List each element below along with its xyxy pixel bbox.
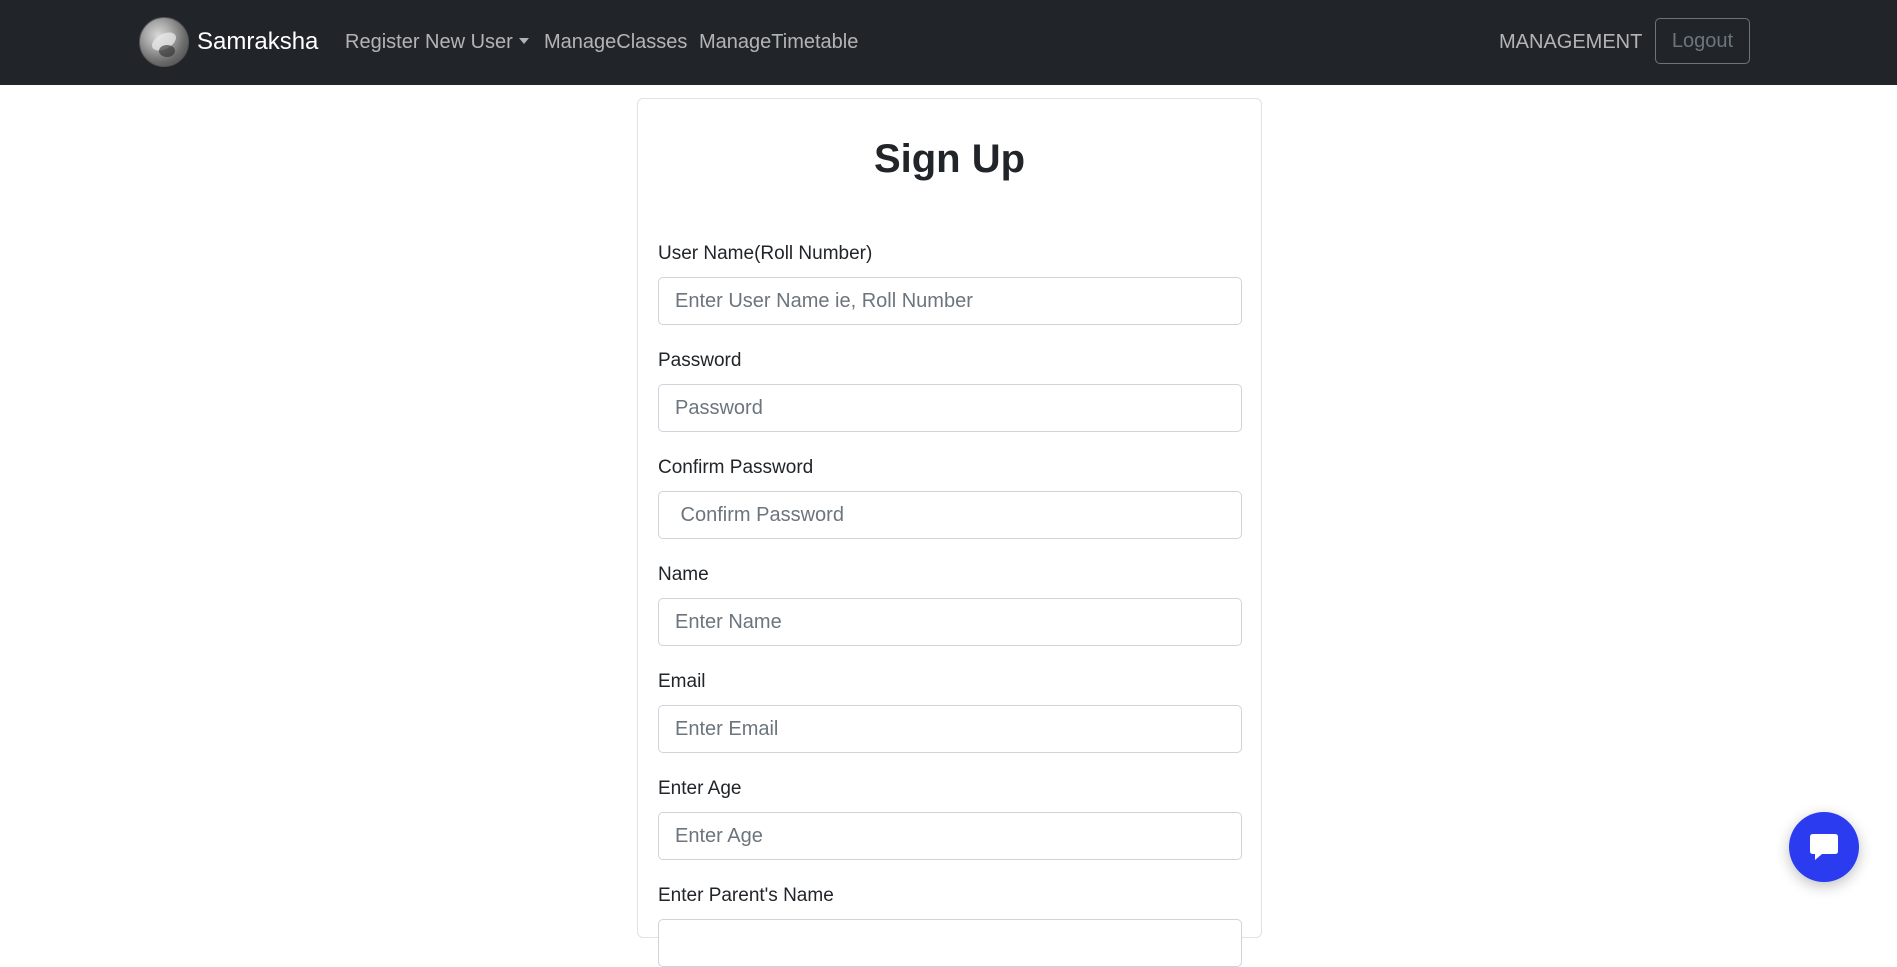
brand-link[interactable]: Samraksha — [139, 16, 318, 68]
nav-register-new-user-label: Register New User — [345, 31, 513, 53]
logout-button[interactable]: Logout — [1655, 18, 1750, 64]
chat-icon — [1810, 834, 1838, 860]
nav-manage-timetable[interactable]: ManageTimetable — [699, 30, 858, 54]
name-input[interactable] — [658, 598, 1242, 646]
age-input[interactable] — [658, 812, 1242, 860]
caret-down-icon — [518, 38, 529, 44]
parent-name-input[interactable] — [658, 919, 1242, 967]
parent-name-label: Enter Parent's Name — [658, 885, 834, 906]
password-input[interactable] — [658, 384, 1242, 432]
brand-logo — [139, 17, 189, 67]
name-label: Name — [658, 564, 709, 585]
signup-card: Sign Up User Name(Roll Number) Password … — [637, 98, 1262, 967]
username-input[interactable] — [658, 277, 1242, 325]
age-label: Enter Age — [658, 778, 742, 799]
email-input[interactable] — [658, 705, 1242, 753]
username-label: User Name(Roll Number) — [658, 243, 873, 264]
confirm-password-input[interactable] — [658, 491, 1242, 539]
chat-widget-button[interactable] — [1789, 812, 1859, 882]
password-label: Password — [658, 350, 742, 371]
brand-name: Samraksha — [197, 28, 319, 55]
email-label: Email — [658, 671, 706, 692]
nav-manage-classes[interactable]: ManageClasses — [544, 30, 687, 54]
confirm-password-label: Confirm Password — [658, 457, 814, 478]
nav-management-role[interactable]: MANAGEMENT — [1499, 30, 1642, 54]
page-title: Sign Up — [873, 137, 1026, 181]
top-navbar: Samraksha Register New User ManageClasse… — [0, 0, 1897, 85]
nav-register-new-user-dropdown[interactable]: Register New User — [345, 30, 529, 54]
